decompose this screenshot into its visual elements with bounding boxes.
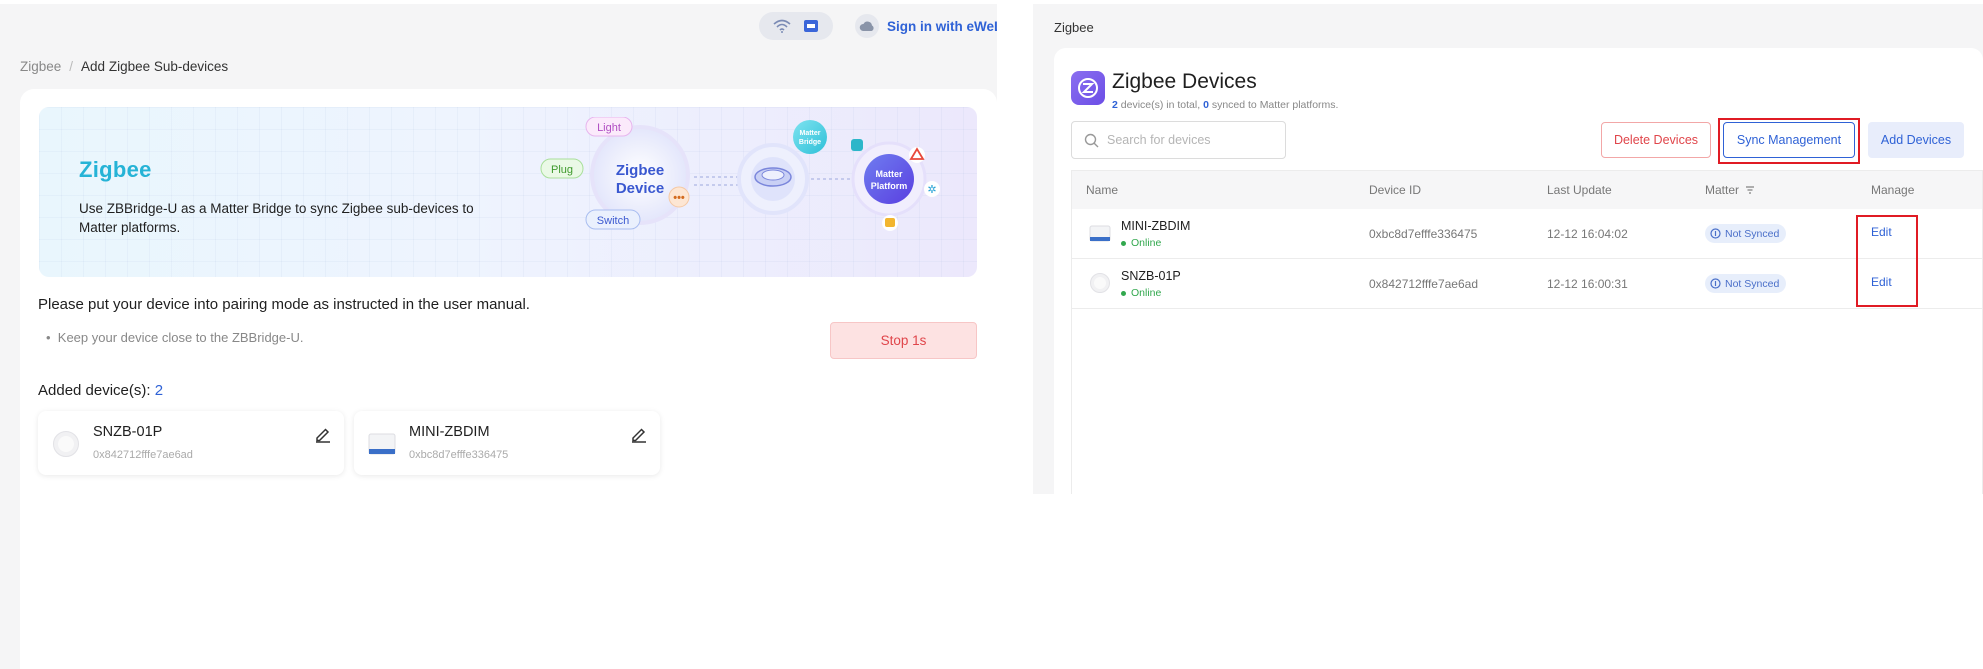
column-header-matter-label: Matter <box>1705 183 1740 197</box>
add-subdevices-panel: Sign in with eWeLi Zigbee / Add Zigbee S… <box>0 4 997 669</box>
device-name: SNZB-01P <box>1121 269 1181 283</box>
pairing-instruction: Please put your device into pairing mode… <box>38 296 530 313</box>
added-label: Added device(s): <box>38 382 151 399</box>
status-pill[interactable] <box>759 12 833 40</box>
promo-banner: Zigbee Use ZBBridge-U as a Matter Bridge… <box>39 107 977 277</box>
column-header-matter[interactable]: Matter <box>1705 183 1755 197</box>
pairing-tip-text: Keep your device close to the ZBBridge-U… <box>57 330 304 345</box>
pairing-card: Zigbee Use ZBBridge-U as a Matter Bridge… <box>20 89 997 669</box>
column-header-name: Name <box>1086 183 1119 197</box>
device-total-count: 2 <box>1112 99 1118 111</box>
synced-count: 0 <box>1203 99 1209 111</box>
devices-table: Name Device ID Last Update Matter Manage… <box>1071 170 1983 494</box>
table-row[interactable]: MINI-ZBDIM Online 0xbc8d7efffe336475 12-… <box>1072 209 1982 259</box>
synced-text: synced to Matter platforms. <box>1211 99 1339 111</box>
illus-matter-platform-2: Platform <box>871 181 908 191</box>
svg-text:•••: ••• <box>673 192 685 204</box>
breadcrumb-separator: / <box>69 59 74 74</box>
highlight-box-edit <box>1856 215 1918 307</box>
page-title: Zigbee <box>1054 20 1094 35</box>
online-dot-icon <box>1121 240 1126 246</box>
pairing-tip: • Keep your device close to the ZBBridge… <box>46 330 304 345</box>
top-bar: Sign in with eWeLi <box>759 12 997 40</box>
sign-in-link[interactable]: Sign in with eWeLi <box>851 12 997 40</box>
breadcrumb-current: Add Zigbee Sub-devices <box>81 59 229 74</box>
illus-matter-bridge-2: Bridge <box>799 139 821 146</box>
delete-devices-button[interactable]: Delete Devices <box>1601 122 1711 158</box>
illus-zigbee-label: Zigbee <box>616 162 664 179</box>
matter-bridge-illustration: Zigbee Device Light Plug Switch ••• Matt… <box>540 117 940 231</box>
edit-icon[interactable] <box>630 425 648 443</box>
wifi-icon <box>773 19 791 33</box>
added-device-id: 0x842712fffe7ae6ad <box>93 449 193 461</box>
highlight-box-sync <box>1718 118 1860 164</box>
last-update: 12-12 16:04:02 <box>1547 227 1628 241</box>
dimmer-module-icon <box>368 433 396 455</box>
added-device-card[interactable]: SNZB-01P 0x842712fffe7ae6ad <box>38 411 344 475</box>
search-input[interactable] <box>1107 133 1277 147</box>
svg-text:✲: ✲ <box>927 183 936 196</box>
breadcrumb: Zigbee / Add Zigbee Sub-devices <box>20 59 228 74</box>
added-device-name: SNZB-01P <box>93 424 163 440</box>
zigbee-logo-icon <box>1071 71 1105 105</box>
added-device-id: 0xbc8d7efffe336475 <box>409 449 509 461</box>
cloud-icon <box>855 14 879 38</box>
added-devices-heading: Added device(s): 2 <box>38 382 163 399</box>
illus-switch-tag: Switch <box>597 215 629 227</box>
round-button-device-icon <box>1090 273 1110 293</box>
added-count: 2 <box>154 382 164 399</box>
search-icon <box>1084 133 1099 147</box>
matter-status-badge: Not Synced <box>1705 224 1787 243</box>
devices-card: Zigbee Devices 2 device(s) in total, 0 s… <box>1054 48 1983 494</box>
column-header-last-update: Last Update <box>1547 183 1612 197</box>
zigbee-devices-panel: Zigbee Zigbee Devices 2 device(s) in tot… <box>1033 4 1983 494</box>
illus-device-label: Device <box>616 180 664 197</box>
table-header: Name Device ID Last Update Matter Manage <box>1072 171 1982 209</box>
matter-status-label: Not Synced <box>1725 277 1780 290</box>
illus-matter-platform-1: Matter <box>875 169 903 179</box>
illus-plug-tag: Plug <box>551 164 573 176</box>
device-status: Online <box>1121 237 1161 249</box>
dimmer-module-icon <box>1089 225 1111 242</box>
not-synced-icon <box>1710 278 1721 289</box>
device-status-label: Online <box>1131 287 1162 299</box>
last-update: 12-12 16:00:31 <box>1547 277 1628 291</box>
illus-matter-bridge-1: Matter <box>799 130 820 137</box>
breadcrumb-root[interactable]: Zigbee <box>20 59 61 74</box>
online-dot-icon <box>1121 290 1126 296</box>
added-device-card[interactable]: MINI-ZBDIM 0xbc8d7efffe336475 <box>354 411 660 475</box>
table-row[interactable]: SNZB-01P Online 0x842712fffe7ae6ad 12-12… <box>1072 259 1982 309</box>
device-total-text: device(s) in total, <box>1120 99 1201 111</box>
column-header-manage: Manage <box>1871 183 1915 197</box>
column-header-device-id: Device ID <box>1369 183 1422 197</box>
device-status: Online <box>1121 287 1161 299</box>
zigbee-brand: Zigbee <box>79 157 152 182</box>
devices-title: Zigbee Devices <box>1112 70 1257 93</box>
not-synced-icon <box>1710 228 1721 239</box>
filter-icon[interactable] <box>1745 185 1755 195</box>
device-id: 0x842712fffe7ae6ad <box>1369 277 1479 291</box>
matter-status-badge: Not Synced <box>1705 274 1787 293</box>
stop-button[interactable]: Stop 1s <box>830 322 977 359</box>
matter-status-label: Not Synced <box>1725 227 1780 240</box>
devices-summary: 2 device(s) in total, 0 synced to Matter… <box>1112 99 1338 111</box>
illus-light-tag: Light <box>597 122 621 134</box>
device-id: 0xbc8d7efffe336475 <box>1369 227 1478 241</box>
sign-in-label: Sign in with eWeLi <box>887 18 997 34</box>
added-device-name: MINI-ZBDIM <box>409 424 490 440</box>
device-name: MINI-ZBDIM <box>1121 219 1191 233</box>
banner-description: Use ZBBridge-U as a Matter Bridge to syn… <box>79 201 474 235</box>
add-devices-button[interactable]: Add Devices <box>1868 122 1964 158</box>
search-box[interactable] <box>1071 121 1286 159</box>
device-status-label: Online <box>1131 237 1162 249</box>
bridge-icon <box>803 18 819 34</box>
round-button-device-icon <box>53 431 79 457</box>
edit-icon[interactable] <box>314 425 332 443</box>
